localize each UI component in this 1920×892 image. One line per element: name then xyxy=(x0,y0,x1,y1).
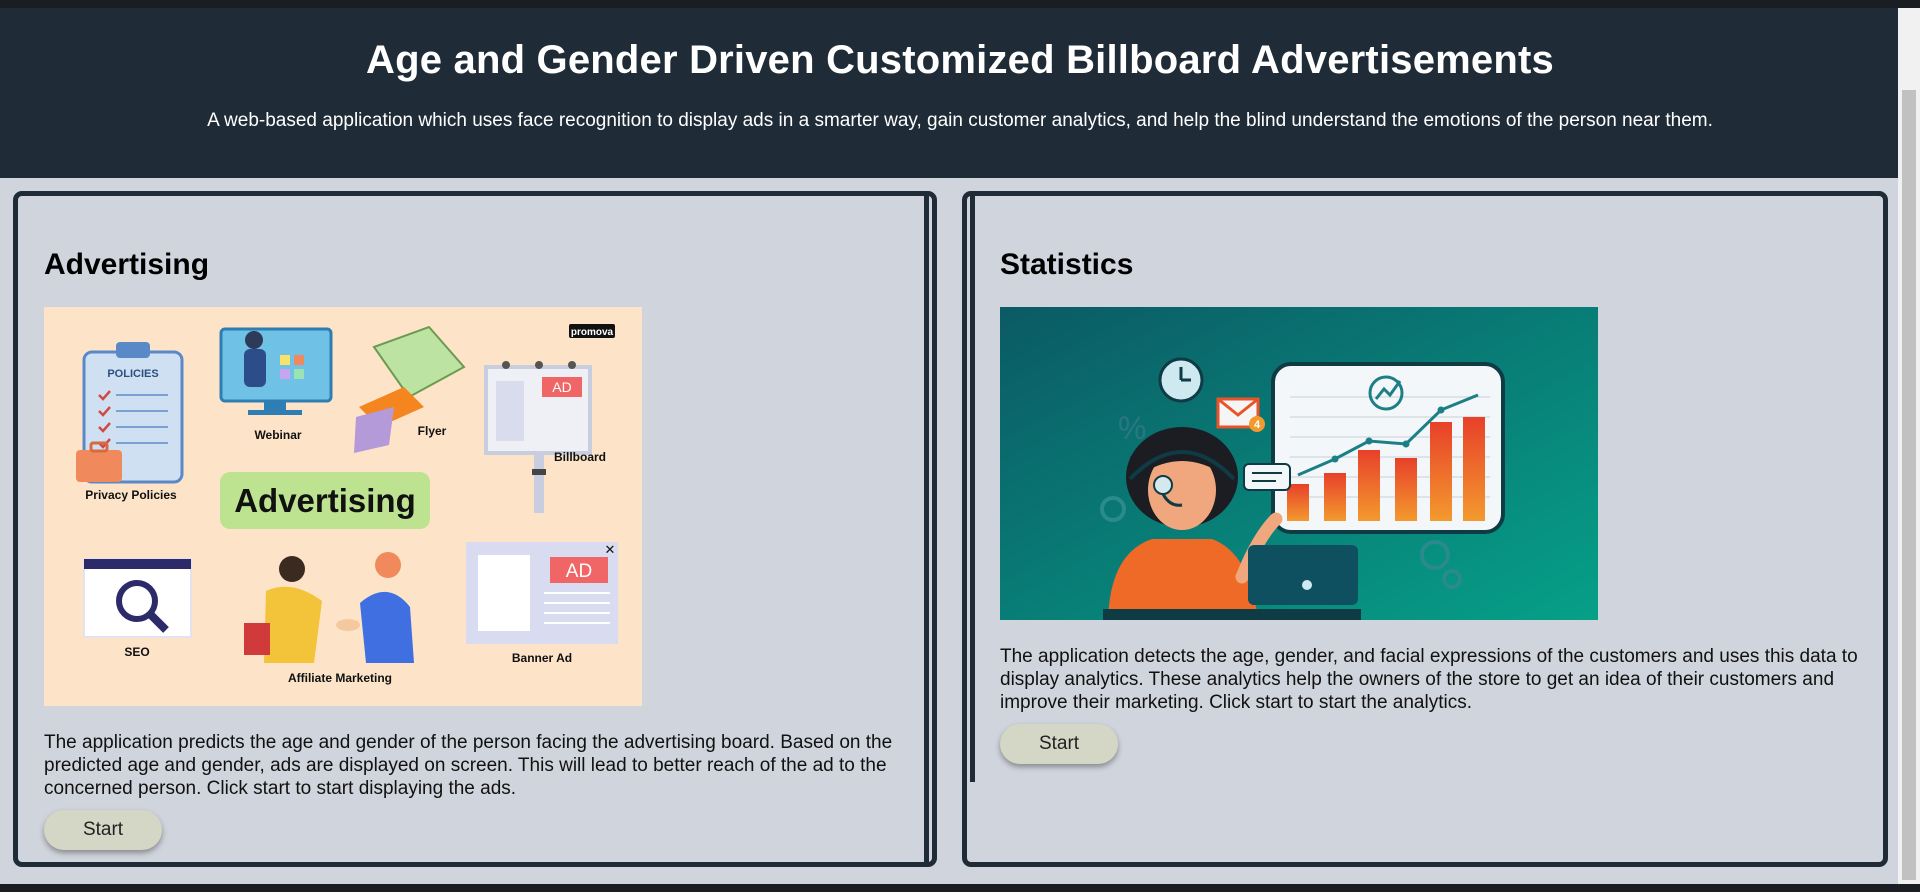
chart-board-icon xyxy=(1271,362,1505,534)
brand-text: promova xyxy=(571,327,614,338)
vertical-scrollbar[interactable] xyxy=(1898,8,1920,884)
seo-icon xyxy=(83,558,192,638)
card-divider xyxy=(970,196,975,782)
bottom-edge xyxy=(0,884,1920,892)
banner-ad-label: Banner Ad xyxy=(512,651,572,665)
statistics-heading: Statistics xyxy=(1000,248,1134,281)
banner-ad-text: AD xyxy=(566,561,592,582)
webinar-icon xyxy=(219,327,333,415)
advertising-description: The application predicts the age and gen… xyxy=(44,732,893,799)
billboard-ad-text: AD xyxy=(552,379,571,395)
card-divider xyxy=(924,196,929,862)
privacy-policies-label: Privacy Policies xyxy=(85,488,177,502)
speech-bubble-icon xyxy=(1243,463,1291,491)
banner-ad-icon: AD ✕ xyxy=(466,542,618,644)
percent-icon: % xyxy=(1118,410,1146,446)
clock-icon xyxy=(1158,357,1204,403)
advertising-card: Advertising promova POLICIES Privacy Pol… xyxy=(13,191,937,867)
advertising-heading: Advertising xyxy=(44,248,210,281)
statistics-illustration: 4 % xyxy=(1000,307,1598,620)
affiliate-label: Affiliate Marketing xyxy=(288,671,392,685)
billboard-label: Billboard xyxy=(554,450,606,464)
close-icon: ✕ xyxy=(605,542,616,557)
scrollbar-thumb[interactable] xyxy=(1902,90,1916,880)
flyer-label: Flyer xyxy=(418,424,447,438)
clipboard-icon: POLICIES xyxy=(76,342,184,484)
advertising-start-button[interactable]: Start xyxy=(44,810,162,850)
policies-board-text: POLICIES xyxy=(107,368,158,380)
page-header: Age and Gender Driven Customized Billboa… xyxy=(0,8,1920,178)
mail-icon: 4 xyxy=(1216,397,1265,432)
advertising-banner-text: Advertising xyxy=(234,482,416,519)
statistics-description: The application detects the age, gender,… xyxy=(1000,646,1858,713)
top-edge xyxy=(0,0,1920,8)
statistics-start-button[interactable]: Start xyxy=(1000,724,1118,764)
mail-badge-text: 4 xyxy=(1254,419,1261,431)
seo-label: SEO xyxy=(124,645,149,659)
advertising-illustration: promova POLICIES Privacy Policies Webina… xyxy=(44,307,642,706)
webinar-label: Webinar xyxy=(254,428,301,442)
statistics-card: Statistics 4 % The application detects t… xyxy=(962,191,1888,867)
page-subtitle: A web-based application which uses face … xyxy=(207,110,1713,131)
page-title: Age and Gender Driven Customized Billboa… xyxy=(366,38,1554,82)
